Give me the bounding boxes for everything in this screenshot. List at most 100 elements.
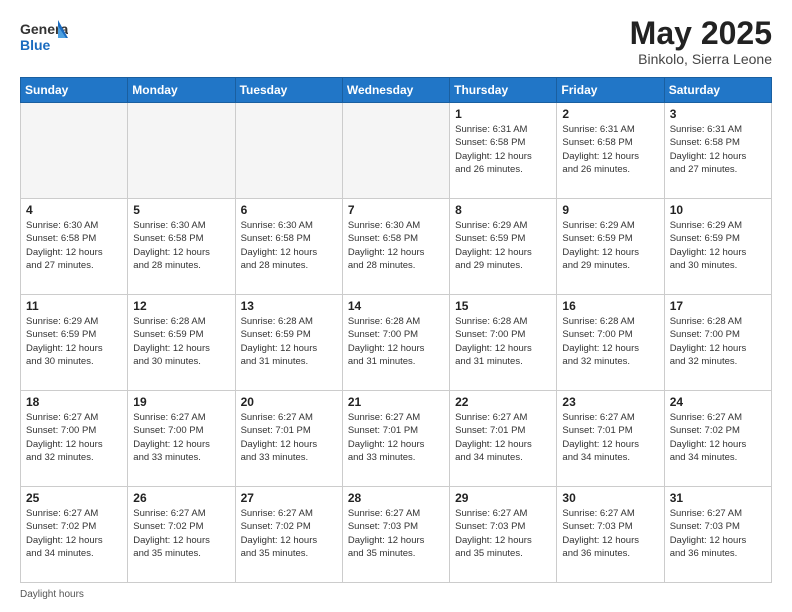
day-info: Sunrise: 6:29 AM Sunset: 6:59 PM Dayligh… bbox=[670, 219, 766, 272]
calendar-header-friday: Friday bbox=[557, 78, 664, 103]
calendar-cell-8: 5Sunrise: 6:30 AM Sunset: 6:58 PM Daylig… bbox=[128, 199, 235, 295]
calendar-cell-21: 18 Sunrise: 6:27 AM Sunset: 7:00 PM Dayli… bbox=[21, 391, 128, 487]
day-info: Sunrise: 6:29 AM Sunset: 6:59 PM Dayligh… bbox=[455, 219, 551, 272]
day-number: 18 bbox=[26, 395, 122, 409]
calendar-header-wednesday: Wednesday bbox=[342, 78, 449, 103]
calendar-cell-33: 30 Sunrise: 6:27 AM Sunset: 7:03 PM Dayli… bbox=[557, 487, 664, 583]
calendar-header-tuesday: Tuesday bbox=[235, 78, 342, 103]
day-info: Sunrise: 6:30 AM Sunset: 6:58 PM Dayligh… bbox=[348, 219, 444, 272]
day-number: 30 bbox=[562, 491, 658, 505]
day-info: Sunrise: 6:30 AM Sunset: 6:58 PM Dayligh… bbox=[26, 219, 122, 272]
day-info: Sunrise: 6:27 AM Sunset: 7:02 PM Dayligh… bbox=[26, 507, 122, 560]
day-number: 22 bbox=[455, 395, 551, 409]
footer: Daylight hours bbox=[20, 589, 772, 600]
day-info: Sunrise: 6:30 AM Sunset: 6:58 PM Dayligh… bbox=[241, 219, 337, 272]
calendar-cell-9: 6 Sunrise: 6:30 AM Sunset: 6:58 PM Daylig… bbox=[235, 199, 342, 295]
calendar-cell-15: 12 Sunrise: 6:28 AM Sunset: 6:59 PM Dayli… bbox=[128, 295, 235, 391]
day-number: 31 bbox=[670, 491, 766, 505]
calendar-table: SundayMondayTuesdayWednesdayThursdayFrid… bbox=[20, 77, 772, 583]
day-info: Sunrise: 6:27 AM Sunset: 7:00 PM Dayligh… bbox=[133, 411, 229, 464]
day-info: Sunrise: 6:28 AM Sunset: 7:00 PM Dayligh… bbox=[455, 315, 551, 368]
day-info: Sunrise: 6:27 AM Sunset: 7:03 PM Dayligh… bbox=[348, 507, 444, 560]
day-number: 12 bbox=[133, 299, 229, 313]
calendar-cell-27: 24Sunrise: 6:27 AM Sunset: 7:02 PM Dayli… bbox=[664, 391, 771, 487]
calendar-cell-7: 4 Sunrise: 6:30 AM Sunset: 6:58 PM Daylig… bbox=[21, 199, 128, 295]
calendar-header-sunday: Sunday bbox=[21, 78, 128, 103]
day-number: 6 bbox=[241, 203, 337, 217]
calendar-cell-18: 15 Sunrise: 6:28 AM Sunset: 7:00 PM Dayli… bbox=[450, 295, 557, 391]
day-info: Sunrise: 6:27 AM Sunset: 7:03 PM Dayligh… bbox=[455, 507, 551, 560]
day-number: 5 bbox=[133, 203, 229, 217]
day-number: 11 bbox=[26, 299, 122, 313]
day-number: 9 bbox=[562, 203, 658, 217]
day-number: 19 bbox=[133, 395, 229, 409]
day-number: 1 bbox=[455, 107, 551, 121]
day-number: 28 bbox=[348, 491, 444, 505]
day-number: 17 bbox=[670, 299, 766, 313]
day-info: Sunrise: 6:27 AM Sunset: 7:03 PM Dayligh… bbox=[670, 507, 766, 560]
calendar-header-row: SundayMondayTuesdayWednesdayThursdayFrid… bbox=[21, 78, 772, 103]
day-info: Sunrise: 6:28 AM Sunset: 6:59 PM Dayligh… bbox=[241, 315, 337, 368]
day-info: Sunrise: 6:27 AM Sunset: 7:02 PM Dayligh… bbox=[133, 507, 229, 560]
calendar-header-thursday: Thursday bbox=[450, 78, 557, 103]
day-info: Sunrise: 6:27 AM Sunset: 7:01 PM Dayligh… bbox=[241, 411, 337, 464]
day-info: Sunrise: 6:27 AM Sunset: 7:00 PM Dayligh… bbox=[26, 411, 122, 464]
day-number: 7 bbox=[348, 203, 444, 217]
calendar-header-saturday: Saturday bbox=[664, 78, 771, 103]
day-info: Sunrise: 6:28 AM Sunset: 6:59 PM Dayligh… bbox=[133, 315, 229, 368]
month-title: May 2025 bbox=[630, 16, 772, 51]
day-number: 2 bbox=[562, 107, 658, 121]
calendar-week-4: 18 Sunrise: 6:27 AM Sunset: 7:00 PM Dayli… bbox=[21, 391, 772, 487]
day-number: 14 bbox=[348, 299, 444, 313]
calendar-week-3: 11 Sunrise: 6:29 AM Sunset: 6:59 PM Dayli… bbox=[21, 295, 772, 391]
svg-text:Blue: Blue bbox=[20, 37, 51, 53]
logo: General Blue bbox=[20, 16, 68, 56]
calendar-cell-19: 16Sunrise: 6:28 AM Sunset: 7:00 PM Dayli… bbox=[557, 295, 664, 391]
day-info: Sunrise: 6:28 AM Sunset: 7:00 PM Dayligh… bbox=[670, 315, 766, 368]
calendar-cell-32: 29Sunrise: 6:27 AM Sunset: 7:03 PM Dayli… bbox=[450, 487, 557, 583]
day-info: Sunrise: 6:31 AM Sunset: 6:58 PM Dayligh… bbox=[455, 123, 551, 176]
calendar-cell-4: 1 Sunrise: 6:31 AM Sunset: 6:58 PM Daylig… bbox=[450, 103, 557, 199]
calendar-cell-24: 21Sunrise: 6:27 AM Sunset: 7:01 PM Dayli… bbox=[342, 391, 449, 487]
calendar-cell-0 bbox=[21, 103, 128, 199]
day-number: 13 bbox=[241, 299, 337, 313]
calendar-cell-3 bbox=[342, 103, 449, 199]
calendar-cell-28: 25Sunrise: 6:27 AM Sunset: 7:02 PM Dayli… bbox=[21, 487, 128, 583]
calendar-cell-25: 22 Sunrise: 6:27 AM Sunset: 7:01 PM Dayli… bbox=[450, 391, 557, 487]
day-number: 8 bbox=[455, 203, 551, 217]
day-number: 20 bbox=[241, 395, 337, 409]
calendar-cell-6: 3 Sunrise: 6:31 AM Sunset: 6:58 PM Daylig… bbox=[664, 103, 771, 199]
day-number: 3 bbox=[670, 107, 766, 121]
day-number: 27 bbox=[241, 491, 337, 505]
calendar-cell-29: 26Sunrise: 6:27 AM Sunset: 7:02 PM Dayli… bbox=[128, 487, 235, 583]
calendar-cell-22: 19 Sunrise: 6:27 AM Sunset: 7:00 PM Dayli… bbox=[128, 391, 235, 487]
calendar-cell-2 bbox=[235, 103, 342, 199]
day-number: 4 bbox=[26, 203, 122, 217]
day-info: Sunrise: 6:31 AM Sunset: 6:58 PM Dayligh… bbox=[562, 123, 658, 176]
day-number: 10 bbox=[670, 203, 766, 217]
day-info: Sunrise: 6:28 AM Sunset: 7:00 PM Dayligh… bbox=[562, 315, 658, 368]
day-info: Sunrise: 6:29 AM Sunset: 6:59 PM Dayligh… bbox=[26, 315, 122, 368]
day-number: 23 bbox=[562, 395, 658, 409]
logo-icon: General Blue bbox=[20, 16, 68, 56]
calendar-cell-26: 23 Sunrise: 6:27 AM Sunset: 7:01 PM Dayli… bbox=[557, 391, 664, 487]
day-info: Sunrise: 6:27 AM Sunset: 7:01 PM Dayligh… bbox=[455, 411, 551, 464]
page: General Blue May 2025 Binkolo, Sierra Le… bbox=[0, 0, 792, 612]
day-info: Sunrise: 6:29 AM Sunset: 6:59 PM Dayligh… bbox=[562, 219, 658, 272]
daylight-label: Daylight hours bbox=[20, 589, 84, 600]
day-info: Sunrise: 6:27 AM Sunset: 7:03 PM Dayligh… bbox=[562, 507, 658, 560]
calendar-cell-30: 27 Sunrise: 6:27 AM Sunset: 7:02 PM Dayli… bbox=[235, 487, 342, 583]
day-info: Sunrise: 6:31 AM Sunset: 6:58 PM Dayligh… bbox=[670, 123, 766, 176]
calendar-cell-10: 7 Sunrise: 6:30 AM Sunset: 6:58 PM Daylig… bbox=[342, 199, 449, 295]
day-number: 21 bbox=[348, 395, 444, 409]
calendar-cell-14: 11 Sunrise: 6:29 AM Sunset: 6:59 PM Dayli… bbox=[21, 295, 128, 391]
calendar-header-monday: Monday bbox=[128, 78, 235, 103]
calendar-cell-17: 14Sunrise: 6:28 AM Sunset: 7:00 PM Dayli… bbox=[342, 295, 449, 391]
header-right: May 2025 Binkolo, Sierra Leone bbox=[630, 16, 772, 67]
calendar-week-1: 1 Sunrise: 6:31 AM Sunset: 6:58 PM Daylig… bbox=[21, 103, 772, 199]
calendar-week-2: 4 Sunrise: 6:30 AM Sunset: 6:58 PM Daylig… bbox=[21, 199, 772, 295]
day-info: Sunrise: 6:27 AM Sunset: 7:01 PM Dayligh… bbox=[562, 411, 658, 464]
day-number: 15 bbox=[455, 299, 551, 313]
calendar-cell-1 bbox=[128, 103, 235, 199]
day-info: Sunrise: 6:27 AM Sunset: 7:02 PM Dayligh… bbox=[241, 507, 337, 560]
